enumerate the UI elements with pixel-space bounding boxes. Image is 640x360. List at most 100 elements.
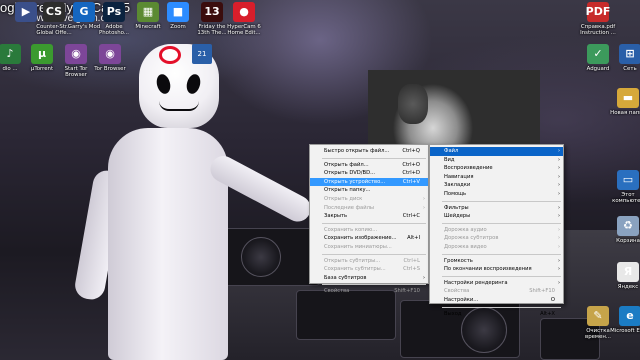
menu-item-shortcut: Shift+F10	[529, 288, 555, 295]
pdf-icon[interactable]: PDF Справка.pdf Instruction ...	[578, 2, 618, 36]
submenu-arrow-icon: ›	[558, 190, 560, 197]
desktop-icon-label: Adguard	[586, 66, 610, 72]
menu-item-label: База субтитров	[324, 274, 367, 281]
menu-item[interactable]: Помощь ›	[430, 190, 563, 199]
menu-item-label: Закладки	[444, 182, 471, 189]
menu-item-label: Сохранить субтитры...	[324, 266, 386, 273]
submenu-arrow-icon: ›	[558, 156, 560, 163]
menu-item-label: Выход	[444, 310, 462, 317]
menu-separator	[442, 253, 561, 255]
menu-item[interactable]: Открыть устройство... Ctrl+V	[310, 177, 428, 187]
menu-item[interactable]: Вид ›	[430, 156, 563, 165]
menu-item[interactable]: Воспроизведение ›	[430, 164, 563, 173]
new-folder-icon[interactable]: ▬ Новая папка	[608, 88, 640, 116]
menu-item[interactable]: Открыть файл... Ctrl+O	[310, 161, 428, 170]
hypercam-icon[interactable]: ● HyperCam 6 Home Edit...	[224, 2, 264, 36]
utorrent-glyph-icon: µ	[31, 44, 53, 64]
menu-separator	[322, 222, 426, 224]
menu-item: Свойства Shift+F10	[430, 287, 563, 296]
menu-item[interactable]: Закладки ›	[430, 181, 563, 190]
submenu-arrow-icon: ›	[558, 243, 560, 250]
submenu-arrow-icon: ›	[558, 213, 560, 220]
menu-separator	[442, 200, 561, 202]
menu-separator	[322, 157, 426, 159]
menu-item-shortcut: Ctrl+S	[403, 266, 420, 273]
calendar-app-icon[interactable]: 21	[192, 44, 212, 64]
yandex-icon[interactable]: Я Яндекс	[608, 262, 640, 290]
menu-item-label: Дорожка видео	[444, 243, 487, 250]
menu-item-label: Файл	[444, 148, 459, 154]
menu-item[interactable]: По окончании воспроизведения ›	[430, 265, 563, 274]
menu-item[interactable]: Выход Alt+X	[430, 310, 563, 319]
menu-item-shortcut: Ctrl+C	[402, 213, 420, 220]
menu-item-label: Быстро открыть файл...	[324, 148, 390, 154]
menu-item-label: Открыть устройство...	[324, 178, 386, 185]
menu-item[interactable]: Настройки рендеринга ›	[430, 279, 563, 288]
menu-item-label: Шейдеры	[444, 213, 471, 220]
desktop-icon-label: Корзина	[616, 238, 640, 244]
menu-item: Дорожка аудио ›	[430, 226, 563, 235]
menu-item-label: Вид	[444, 156, 455, 163]
menu-item[interactable]: Фильтры ›	[430, 204, 563, 213]
recycle-bin-icon[interactable]: ♻ Корзина	[608, 216, 640, 244]
menu-item-label: Свойства	[324, 288, 350, 295]
desktop-icon-label: µTorrent	[30, 66, 54, 72]
menu-separator	[322, 253, 426, 255]
menu-item[interactable]: Громкость ›	[430, 257, 563, 266]
submenu-arrow-icon: ›	[558, 235, 560, 242]
desktop-icon-label: Сеть	[623, 66, 637, 72]
menu-item[interactable]: База субтитров ›	[310, 274, 428, 283]
menu-item[interactable]: Настройки... O	[430, 296, 563, 305]
dj-figure	[108, 128, 228, 360]
menu-item[interactable]: Сохранить изображение... Alt+I	[310, 234, 428, 243]
edge-icon[interactable]: e Microsoft Edge	[610, 306, 640, 334]
menu-item[interactable]: Навигация ›	[430, 173, 563, 182]
tor-browser-folder-icon[interactable]: ◉ Tor Browser	[90, 44, 130, 72]
desktop-icon-label: Adobe Photosho...	[99, 24, 129, 37]
edge-glyph-icon: e	[619, 306, 640, 326]
menu-item[interactable]: Закрыть Ctrl+C	[310, 212, 428, 221]
menu-item-shortcut: Ctrl+D	[402, 170, 420, 177]
menu-item-label: Сохранить миниатюры...	[324, 243, 392, 250]
menu-item[interactable]: Шейдеры ›	[430, 212, 563, 221]
menu-item: Дорожка видео ›	[430, 243, 563, 252]
menu-item-label: Навигация	[444, 173, 474, 180]
turntable-platter	[241, 237, 281, 277]
tor-browser-folder-glyph-icon: ◉	[99, 44, 121, 64]
counter-strike-glyph-icon: CS	[43, 2, 65, 22]
opera-icon[interactable]	[159, 46, 181, 64]
this-pc-icon[interactable]: ▭ Этот компьютер	[608, 170, 640, 204]
player-context-menu: Файл › Вид › Воспроизведение › Навигация › Закла…	[429, 144, 564, 317]
friday-13th-glyph-icon: 13	[201, 2, 223, 22]
zoom-glyph-icon: ■	[167, 2, 189, 22]
menu-item-label: Громкость	[444, 257, 473, 264]
pdf-glyph-icon: PDF	[586, 2, 610, 22]
menu-item[interactable]: Быстро открыть файл... Ctrl+Q	[310, 147, 428, 156]
desktop-icon-label: Этот компьютер	[612, 192, 640, 205]
tor-browser-glyph-icon: ◉	[65, 44, 87, 64]
menu-item-label: Открыть DVD/BD...	[324, 170, 376, 177]
menu-item: Сохранить субтитры... Ctrl+S	[310, 265, 428, 274]
menu-item: Сохранить миниатюры...	[310, 243, 428, 252]
menu-item-label: Настройки...	[444, 296, 479, 303]
menu-item-shortcut: Shift+F10	[394, 288, 420, 295]
helmet-eye-right	[184, 72, 203, 96]
photoshop-glyph-icon: Ps	[103, 2, 125, 22]
this-pc-glyph-icon: ▭	[617, 170, 639, 190]
menu-item[interactable]: Файл ›	[430, 147, 563, 156]
menu-item-label: Открыть папку...	[324, 187, 371, 194]
menu-item[interactable]: Открыть папку...	[310, 186, 428, 195]
menu-item-shortcut: O	[550, 296, 555, 303]
menu-item-label: Сохранить изображение...	[324, 235, 397, 242]
network-icon[interactable]: ⊞ Сеть	[610, 44, 640, 72]
desktop-icon-label: Справка.pdf Instruction ...	[580, 24, 616, 37]
cleanup-glyph-icon: ✎	[587, 306, 609, 326]
submenu-arrow-icon: ›	[423, 204, 425, 211]
webcam-person	[398, 84, 428, 124]
menu-item-label: Открыть субтитры...	[324, 257, 381, 264]
menu-item[interactable]: Открыть DVD/BD... Ctrl+D	[310, 169, 428, 178]
menu-separator	[442, 306, 561, 308]
desktop-icon-label: HyperCam 6 Home Edit...	[227, 24, 261, 37]
submenu-arrow-icon: ›	[423, 195, 425, 202]
menu-item-label: Свойства	[444, 288, 470, 295]
